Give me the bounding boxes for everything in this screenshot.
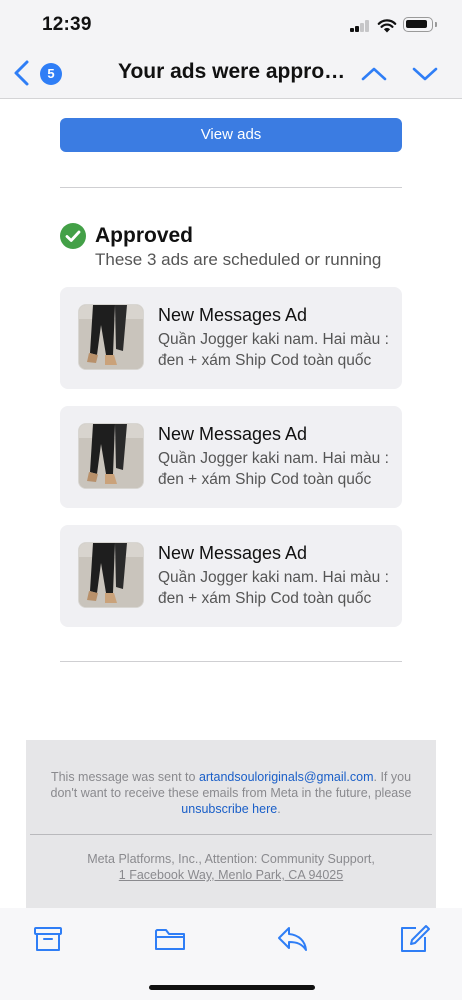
email-footer: This message was sent to artandsoulorigi… xyxy=(26,740,436,908)
ad-description: Quần Jogger kaki nam. Hai màu : đen + xá… xyxy=(158,331,389,369)
ad-thumbnail-image xyxy=(78,423,144,489)
previous-message-icon[interactable] xyxy=(360,62,388,86)
battery-cap xyxy=(435,22,437,27)
unsubscribe-link[interactable]: unsubscribe here xyxy=(181,802,277,816)
ad-title: New Messages Ad xyxy=(158,305,308,325)
address-link[interactable]: 1 Facebook Way, Menlo Park, CA 94025 xyxy=(119,868,343,882)
approved-check-icon xyxy=(60,223,86,249)
archive-icon[interactable] xyxy=(32,924,64,954)
back-chevron-icon[interactable] xyxy=(10,58,34,88)
ad-title: New Messages Ad xyxy=(158,424,308,444)
footer-address-text: Meta Platforms, Inc., Attention: Communi… xyxy=(87,852,375,866)
cellular-signal-icon xyxy=(350,20,370,32)
approved-subtitle: These 3 ads are scheduled or running xyxy=(95,250,382,269)
home-indicator xyxy=(149,985,315,990)
ad-card[interactable]: New Messages Ad Quần Jogger kaki nam. Ha… xyxy=(60,287,402,389)
footer-text: . xyxy=(277,802,281,816)
reply-icon[interactable] xyxy=(276,924,308,954)
mail-nav-bar: 5 Your ads were approved xyxy=(0,52,462,99)
wifi-icon xyxy=(377,19,397,33)
content-divider xyxy=(60,187,402,188)
ad-thumbnail-image xyxy=(78,542,144,608)
ad-description: Quần Jogger kaki nam. Hai màu : đen + xá… xyxy=(158,569,389,607)
ad-thumbnail-image xyxy=(78,304,144,370)
status-bar: 12:39 xyxy=(0,0,462,52)
status-time: 12:39 xyxy=(42,14,92,35)
view-ads-button[interactable]: View ads xyxy=(60,118,402,152)
unread-count-badge[interactable]: 5 xyxy=(40,63,62,85)
footer-address: Meta Platforms, Inc., Attention: Communi… xyxy=(86,851,376,883)
battery-icon xyxy=(403,17,433,32)
ad-card[interactable]: New Messages Ad Quần Jogger kaki nam. Ha… xyxy=(60,406,402,508)
compose-icon[interactable] xyxy=(399,924,431,954)
email-subject-title: Your ads were approved xyxy=(118,60,348,83)
content-divider xyxy=(60,661,402,662)
footer-text: This message was sent to xyxy=(50,770,199,784)
footer-divider xyxy=(30,834,432,835)
ad-title: New Messages Ad xyxy=(158,543,308,563)
ad-description: Quần Jogger kaki nam. Hai màu : đen + xá… xyxy=(158,450,389,488)
next-message-icon[interactable] xyxy=(411,62,439,86)
folder-icon[interactable] xyxy=(154,924,186,954)
approved-heading: Approved xyxy=(95,224,194,247)
ad-card[interactable]: New Messages Ad Quần Jogger kaki nam. Ha… xyxy=(60,525,402,627)
footer-message: This message was sent to artandsoulorigi… xyxy=(46,769,416,817)
recipient-email-link[interactable]: artandsouloriginals@gmail.com xyxy=(199,770,374,784)
